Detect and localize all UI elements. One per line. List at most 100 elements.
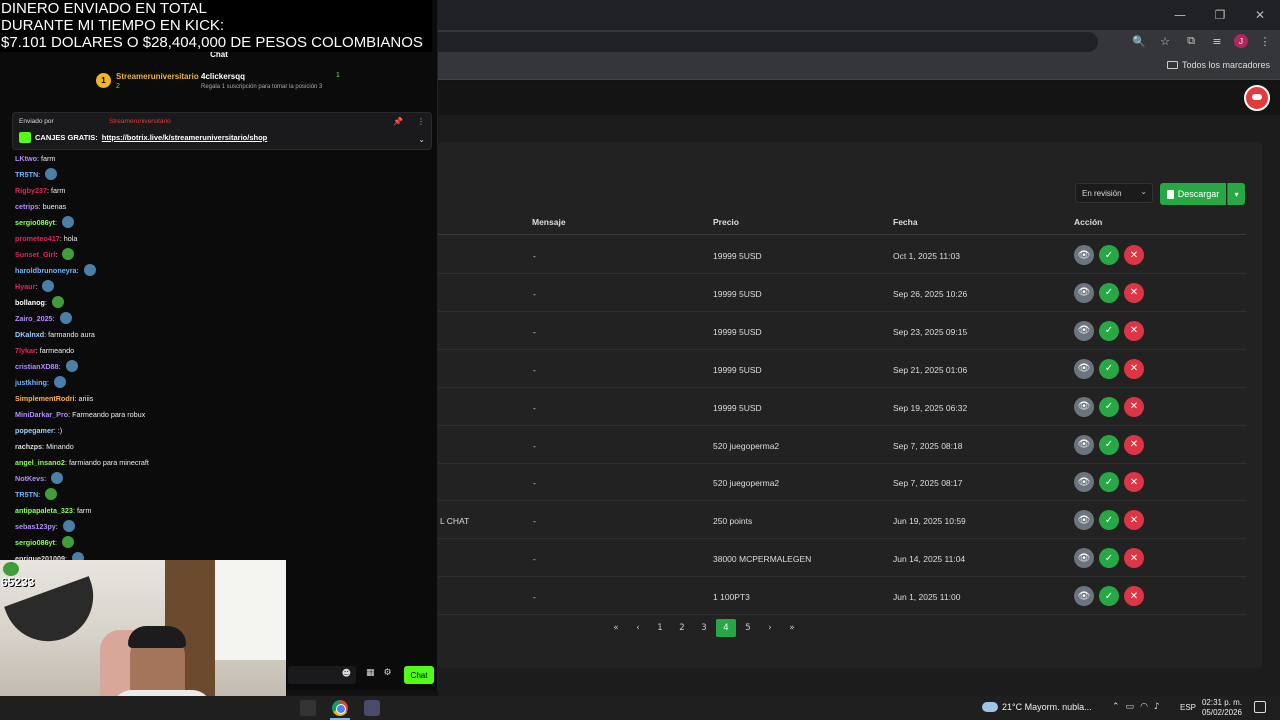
extensions-icon[interactable]: ⧉ — [1182, 32, 1200, 50]
chat-username[interactable]: cristianXD88 — [15, 362, 59, 371]
close-icon[interactable]: ✕ — [1124, 434, 1144, 455]
chat-send-button[interactable]: Chat — [404, 666, 434, 684]
chat-username[interactable]: antipapaleta_323 — [15, 506, 73, 515]
chat-username[interactable]: TR5TN — [15, 170, 38, 179]
download-button[interactable]: Descargar — [1160, 183, 1226, 205]
chat-username[interactable]: cetrips — [15, 202, 39, 211]
chat-username[interactable]: justkhing — [15, 378, 47, 387]
last-page-button[interactable]: » — [782, 619, 802, 637]
eye-icon[interactable]: 👁 — [1074, 282, 1094, 303]
eye-icon[interactable]: 👁 — [1074, 472, 1094, 493]
page-button-5[interactable]: 5 — [738, 619, 758, 637]
chat-username[interactable]: Zairo_2025 — [15, 314, 53, 323]
close-icon[interactable]: ✕ — [1124, 245, 1144, 265]
eye-icon[interactable]: 👁 — [1074, 320, 1094, 341]
chat-username[interactable]: bollanog — [15, 298, 45, 307]
chat-username[interactable]: LKtwo — [15, 154, 37, 163]
eye-icon[interactable]: 👁 — [1074, 396, 1094, 417]
top-gifter-name[interactable]: Streameruniversitario — [116, 72, 199, 81]
chevron-up-icon[interactable]: ⌃ — [1112, 702, 1120, 712]
chat-username[interactable]: sergio086yt — [15, 538, 55, 547]
menu-kebab-icon[interactable]: ⋮ — [1256, 32, 1274, 50]
zoom-icon[interactable]: 🔍 — [1130, 32, 1148, 50]
close-icon[interactable]: ✕ — [1124, 548, 1144, 569]
minimize-icon[interactable]: — — [1160, 0, 1200, 30]
check-icon[interactable]: ✓ — [1099, 282, 1119, 303]
network-icon[interactable]: ▭ — [1126, 702, 1135, 712]
eye-icon[interactable]: 👁 — [1074, 548, 1094, 569]
media-controls-icon[interactable]: ≡ — [1208, 32, 1226, 50]
eye-icon[interactable]: 👁 — [1074, 245, 1094, 265]
pin-icon[interactable]: 📌 — [393, 117, 403, 126]
close-icon[interactable]: ✕ — [1240, 0, 1280, 30]
check-icon[interactable]: ✓ — [1099, 396, 1119, 417]
taskbar-app-icon[interactable] — [300, 700, 316, 716]
chat-username[interactable]: Hyaur — [15, 282, 35, 291]
chat-username[interactable]: popegamer — [15, 426, 54, 435]
restore-icon[interactable]: ❐ — [1200, 0, 1240, 30]
prev-page-button[interactable]: ‹ — [628, 619, 648, 637]
check-icon[interactable]: ✓ — [1099, 472, 1119, 493]
download-dropdown-toggle[interactable]: ▾ — [1227, 183, 1245, 205]
eye-icon[interactable]: 👁 — [1074, 510, 1094, 531]
page-button-3[interactable]: 3 — [694, 619, 714, 637]
chat-username[interactable]: MiniDarkar_Pro — [15, 410, 68, 419]
chat-username[interactable]: rachzps — [15, 442, 42, 451]
pinned-message[interactable]: Enviado por Streameruniversitario CANJES… — [12, 112, 432, 150]
check-icon[interactable]: ✓ — [1099, 586, 1119, 607]
emoji-icon[interactable]: ☻ — [342, 669, 351, 679]
check-icon[interactable]: ✓ — [1099, 358, 1119, 379]
check-icon[interactable]: ✓ — [1099, 510, 1119, 531]
chat-username[interactable]: sergio086yt — [15, 218, 55, 227]
calendar-icon[interactable]: ▦ — [366, 668, 375, 678]
chat-username[interactable]: SimplementRodri — [15, 394, 75, 403]
second-gifter-name[interactable]: 4clickersqq — [201, 72, 245, 81]
page-button-4-current[interactable]: 4 — [716, 619, 736, 637]
profile-avatar[interactable]: J — [1234, 34, 1248, 48]
check-icon[interactable]: ✓ — [1099, 320, 1119, 341]
first-page-button[interactable]: « — [606, 619, 626, 637]
page-button-1[interactable]: 1 — [650, 619, 670, 637]
chevron-down-icon[interactable]: ⌄ — [418, 135, 425, 144]
chat-username[interactable]: prometeo417 — [15, 234, 60, 243]
bookmark-star-icon[interactable]: ☆ — [1156, 32, 1174, 50]
site-logo[interactable] — [1244, 85, 1270, 111]
omnibox[interactable] — [438, 32, 1098, 52]
chat-username[interactable]: sebas123py — [15, 522, 56, 531]
close-icon[interactable]: ✕ — [1124, 320, 1144, 341]
close-icon[interactable]: ✕ — [1124, 586, 1144, 607]
chat-input[interactable]: ☻ — [288, 666, 356, 684]
eye-icon[interactable]: 👁 — [1074, 434, 1094, 455]
wifi-icon[interactable]: ◠ — [1140, 702, 1148, 712]
language-indicator[interactable]: ESP — [1180, 703, 1196, 712]
bookmarks-folder[interactable]: Todos los marcadores — [1166, 60, 1270, 70]
close-icon[interactable]: ✕ — [1124, 358, 1144, 379]
more-options-icon[interactable]: ⋮ — [417, 117, 425, 126]
settings-gear-icon[interactable]: ⚙ — [384, 668, 392, 678]
eye-icon[interactable]: 👁 — [1074, 586, 1094, 607]
chat-username[interactable]: haroldbrunoneyra — [15, 266, 77, 275]
chat-username[interactable]: 7lykar — [15, 346, 36, 355]
chat-username[interactable]: NotKevs — [15, 474, 44, 483]
close-icon[interactable]: ✕ — [1124, 396, 1144, 417]
chat-username[interactable]: Sunset_Girl — [15, 250, 55, 259]
check-icon[interactable]: ✓ — [1099, 245, 1119, 265]
close-icon[interactable]: ✕ — [1124, 472, 1144, 493]
chat-username[interactable]: Rigby237 — [15, 186, 47, 195]
check-icon[interactable]: ✓ — [1099, 548, 1119, 569]
taskbar-app-icon-2[interactable] — [364, 700, 380, 716]
notifications-icon[interactable] — [1254, 701, 1266, 713]
next-page-button[interactable]: › — [760, 619, 780, 637]
chat-username[interactable]: TR5TN — [15, 490, 38, 499]
check-icon[interactable]: ✓ — [1099, 434, 1119, 455]
page-button-2[interactable]: 2 — [672, 619, 692, 637]
status-filter-select[interactable]: En revisión ⌄ — [1075, 183, 1153, 203]
clock[interactable]: 02:31 p. m. 05/02/2026 — [1200, 698, 1244, 718]
close-icon[interactable]: ✕ — [1124, 282, 1144, 303]
chat-username[interactable]: angel_insano2 — [15, 458, 65, 467]
close-icon[interactable]: ✕ — [1124, 510, 1144, 531]
weather-widget[interactable]: 21°C Mayorm. nubla... — [982, 702, 1092, 712]
eye-icon[interactable]: 👁 — [1074, 358, 1094, 379]
pinned-message-link[interactable]: https://botrix.live/k/streameruniversita… — [102, 133, 267, 142]
chat-username[interactable]: DKalnxd — [15, 330, 44, 339]
